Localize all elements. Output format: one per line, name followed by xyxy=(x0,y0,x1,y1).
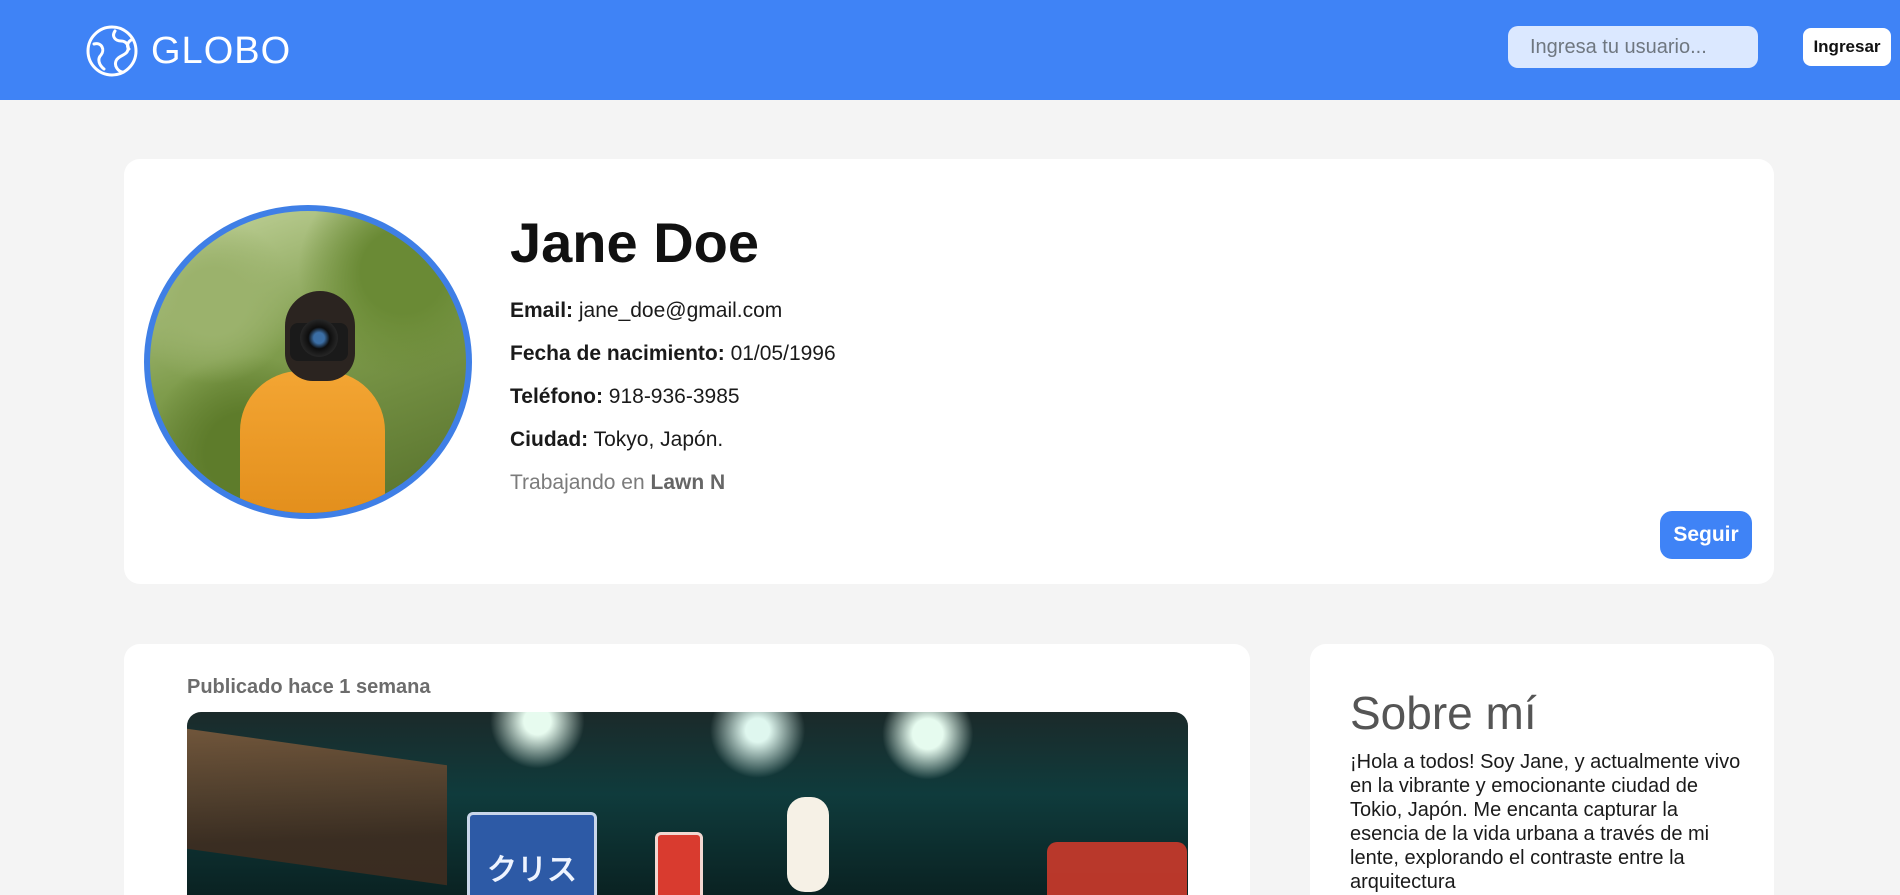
post-published-time: Publicado hace 1 semana xyxy=(187,676,431,698)
avatar-sweater xyxy=(240,371,385,513)
brand-name: GLOBO xyxy=(151,29,292,72)
avatar-camera-lens xyxy=(300,319,338,357)
login-button[interactable]: Ingresar xyxy=(1803,28,1891,66)
avatar xyxy=(144,205,472,519)
company-name: Lawn N xyxy=(650,471,726,494)
image-awning xyxy=(187,728,447,886)
about-card: Sobre mí ¡Hola a todos! Soy Jane, y actu… xyxy=(1310,644,1774,895)
post-card: Publicado hace 1 semana クリス xyxy=(124,644,1250,895)
image-sign-text: クリス xyxy=(487,853,577,888)
working-prefix: Trabajando en xyxy=(510,471,645,494)
post-image[interactable]: クリス xyxy=(187,712,1188,895)
globe-icon xyxy=(85,24,139,78)
username-search-input[interactable] xyxy=(1508,26,1758,68)
brand-logo[interactable]: GLOBO xyxy=(85,24,291,78)
birthdate-label: Fecha de nacimiento: xyxy=(510,342,725,365)
profile-card: Jane Doe Email: jane_doe@gmail.com Fecha… xyxy=(124,159,1774,584)
birthdate-value: 01/05/1996 xyxy=(730,342,836,365)
email-label: Email: xyxy=(510,299,574,322)
phone-line: Teléfono: 918-936-3985 xyxy=(510,383,836,410)
image-sign-blue: クリス xyxy=(467,812,597,895)
image-sign-red xyxy=(655,832,703,895)
city-label: Ciudad: xyxy=(510,428,589,451)
birthdate-line: Fecha de nacimiento: 01/05/1996 xyxy=(510,340,836,367)
about-title: Sobre mí xyxy=(1350,687,1537,739)
profile-info: Jane Doe Email: jane_doe@gmail.com Fecha… xyxy=(510,211,836,496)
about-text: ¡Hola a todos! Soy Jane, y actualmente v… xyxy=(1350,751,1741,893)
working-line: Trabajando en Lawn N xyxy=(510,469,836,496)
image-red-cloth xyxy=(1047,842,1187,895)
follow-button[interactable]: Seguir xyxy=(1660,511,1752,559)
top-navbar: GLOBO Ingresar xyxy=(0,0,1900,100)
email-line: Email: jane_doe@gmail.com xyxy=(510,297,836,324)
city-line: Ciudad: Tokyo, Japón. xyxy=(510,426,836,453)
phone-label: Teléfono: xyxy=(510,385,603,408)
image-lantern xyxy=(787,797,829,892)
profile-name: Jane Doe xyxy=(510,211,759,274)
city-value: Tokyo, Japón. xyxy=(593,428,724,451)
phone-value: 918-936-3985 xyxy=(608,385,740,408)
email-value: jane_doe@gmail.com xyxy=(578,299,783,322)
